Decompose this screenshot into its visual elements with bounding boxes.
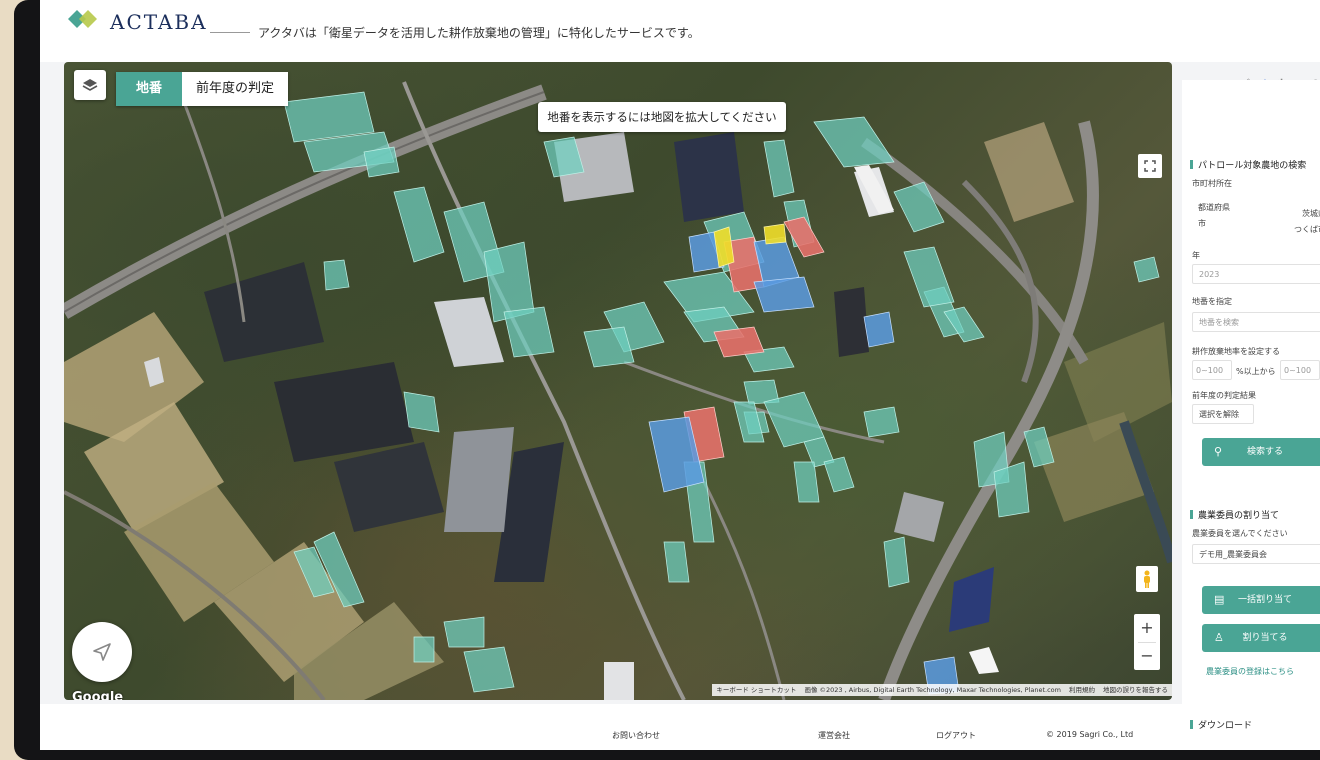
tab-prev-year-judgement[interactable]: 前年度の判定 xyxy=(182,72,289,106)
pegman-icon xyxy=(1144,570,1150,588)
search-sidebar: パトロール対象農地の検索 市町村所在 都道府県 茨城県 市 つくば市 年 202… xyxy=(1182,80,1320,750)
app-screen: ACTABA アクタバは「衛星データを活用した耕作放棄地の管理」に特化したサービ… xyxy=(40,0,1320,750)
rate-separator: %以上から xyxy=(1236,367,1276,376)
parcel-search-input[interactable]: 地番を検索 xyxy=(1192,312,1320,332)
zoom-controls: + − xyxy=(1134,614,1160,670)
prefecture-label: 都道府県 xyxy=(1198,203,1230,212)
prefecture-select[interactable]: 茨城県 xyxy=(1302,208,1320,219)
page-footer: お問い合わせ 運営会社 ログアウト © 2019 Sagri Co., Ltd xyxy=(40,704,1182,750)
assign-button[interactable]: ♙ 割り当てる xyxy=(1202,624,1320,652)
rate-max-input[interactable]: 0~100 xyxy=(1280,360,1320,380)
terms-link[interactable]: 利用規約 xyxy=(1069,684,1095,696)
rate-min-input[interactable]: 0~100 xyxy=(1192,360,1232,380)
brand-name: ACTABA xyxy=(110,10,208,34)
search-section-title: パトロール対象農地の検索 xyxy=(1190,158,1306,171)
parcel-label: 地番を指定 xyxy=(1192,297,1232,306)
copyright: © 2019 Sagri Co., Ltd xyxy=(1046,730,1134,739)
bulk-assign-button[interactable]: ▤ 一括割り当て xyxy=(1202,586,1320,614)
report-error-link[interactable]: 地図の誤りを報告する xyxy=(1103,684,1168,696)
abandon-rate-label: 耕作放棄地率を設定する xyxy=(1192,347,1280,356)
tab-parcel[interactable]: 地番 xyxy=(116,72,182,106)
committee-select[interactable]: デモ用_農業委員会 xyxy=(1192,544,1320,564)
keyboard-shortcuts-link[interactable]: キーボード ショートカット xyxy=(716,684,796,696)
app-header: ACTABA アクタバは「衛星データを活用した耕作放棄地の管理」に特化したサービ… xyxy=(40,0,1320,62)
fullscreen-button[interactable] xyxy=(1138,154,1162,178)
layers-button[interactable] xyxy=(74,70,106,100)
layers-icon xyxy=(82,79,98,91)
map-terrain xyxy=(64,81,1172,700)
zoom-out-button[interactable]: − xyxy=(1134,642,1160,670)
contact-link[interactable]: お問い合わせ xyxy=(612,730,660,741)
satellite-map[interactable]: 地番 前年度の判定 地番を表示するには地図を拡大してください + − Googl… xyxy=(64,62,1172,700)
city-select[interactable]: つくば市 xyxy=(1294,224,1320,235)
year-select[interactable]: 2023 xyxy=(1192,264,1320,284)
clear-selection-button[interactable]: 選択を解除 xyxy=(1192,404,1254,424)
assign-label: 割り当てる xyxy=(1242,633,1288,643)
imagery-credit: 画像 ©2023 , Airbus, Digital Earth Technol… xyxy=(804,686,1061,694)
logout-link[interactable]: ログアウト xyxy=(936,730,976,741)
download-section-title: ダウンロード xyxy=(1190,718,1252,731)
brand-logo[interactable]: ACTABA xyxy=(66,4,216,36)
assign-section-title: 農業委員の割り当て xyxy=(1190,508,1279,521)
municipality-label: 市町村所在 xyxy=(1192,179,1232,188)
company-link[interactable]: 運営会社 xyxy=(818,730,850,741)
prev-result-label: 前年度の判定結果 xyxy=(1192,391,1256,400)
google-logo: Google xyxy=(72,690,124,700)
header-tagline: アクタバは「衛星データを活用した耕作放棄地の管理」に特化したサービスです。 xyxy=(258,26,700,40)
year-label: 年 xyxy=(1192,251,1200,260)
map-mode-tabs: 地番 前年度の判定 xyxy=(116,72,289,106)
navigation-arrow-icon xyxy=(93,643,111,661)
committee-label: 農業委員を選んでください xyxy=(1192,529,1288,538)
my-location-button[interactable] xyxy=(72,622,132,682)
city-label: 市 xyxy=(1198,219,1206,228)
fullscreen-icon xyxy=(1144,160,1156,172)
search-button-label: 検索する xyxy=(1246,447,1283,457)
zoom-in-message: 地番を表示するには地図を拡大してください xyxy=(538,102,786,132)
search-button[interactable]: ⚲ 検索する xyxy=(1202,438,1320,466)
zoom-in-button[interactable]: + xyxy=(1134,614,1160,642)
zoom-divider xyxy=(1138,642,1156,643)
actaba-logo-icon xyxy=(68,10,97,28)
map-attribution: キーボード ショートカット 画像 ©2023 , Airbus, Digital… xyxy=(712,684,1172,696)
register-committee-link[interactable]: 農業委員の登録はこちら xyxy=(1206,666,1294,677)
header-divider xyxy=(210,32,250,33)
bulk-assign-label: 一括割り当て xyxy=(1237,595,1292,605)
street-view-pegman[interactable] xyxy=(1136,566,1158,592)
